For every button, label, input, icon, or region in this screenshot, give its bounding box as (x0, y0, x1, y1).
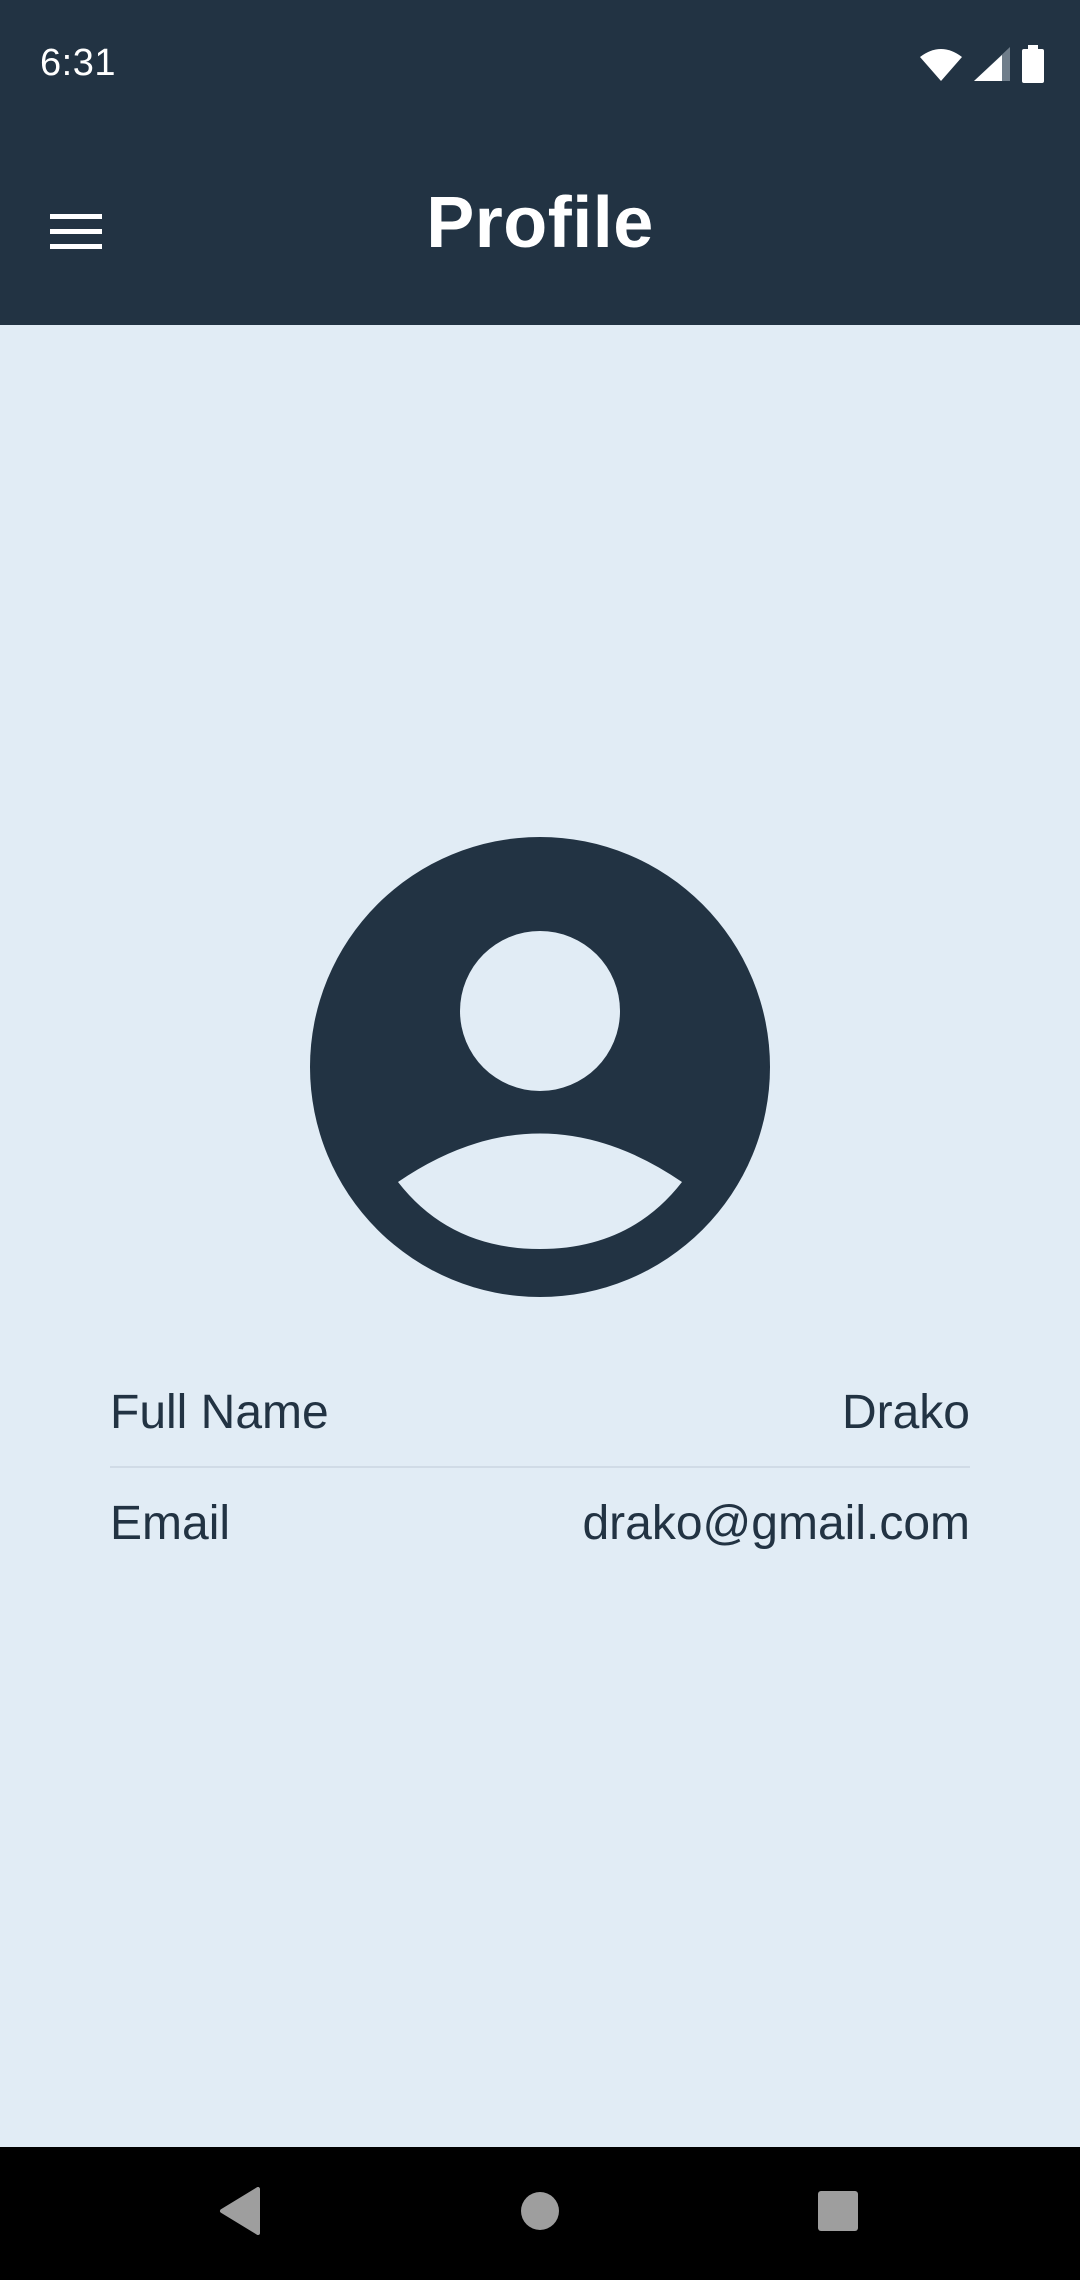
full-name-value: Drako (841, 1385, 970, 1439)
full-name-label: Full Name (110, 1385, 329, 1439)
home-button[interactable] (500, 2173, 580, 2253)
email-value: drako@gmail.com (582, 1496, 970, 1550)
email-label: Email (110, 1496, 231, 1550)
recents-icon (818, 2190, 858, 2236)
app-bar: Profile (0, 136, 1080, 325)
profile-content: Full Name Drako Email drako@gmail.com (0, 325, 1080, 2147)
wifi-icon (920, 47, 962, 86)
page-title: Profile (426, 183, 654, 263)
status-time: 6:31 (40, 42, 116, 84)
status-bar: 6:31 (0, 0, 1080, 136)
status-icons (920, 44, 1044, 88)
account-circle-icon (310, 837, 770, 1297)
system-navigation-bar (0, 2147, 1080, 2280)
back-button[interactable] (200, 2173, 280, 2253)
home-icon (520, 2191, 560, 2236)
battery-icon (1022, 44, 1044, 88)
recents-button[interactable] (798, 2173, 878, 2253)
full-name-row: Full Name Drako (110, 1358, 970, 1468)
back-icon (218, 2186, 262, 2240)
email-row: Email drako@gmail.com (110, 1469, 970, 1577)
cellular-signal-icon (974, 46, 1010, 86)
